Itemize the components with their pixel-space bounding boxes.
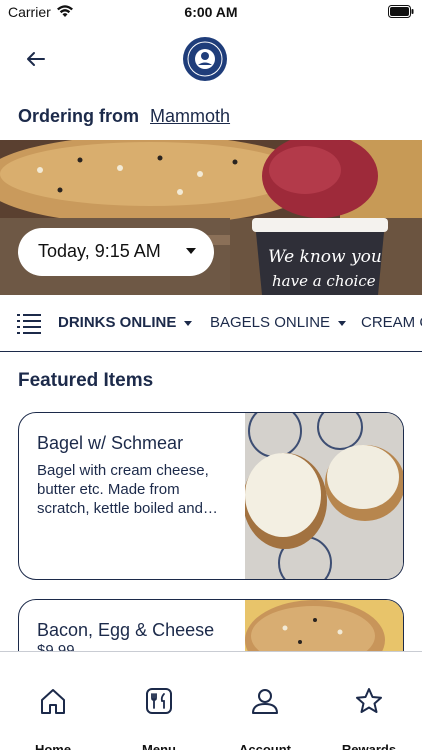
tab-rewards[interactable]: Rewards — [316, 652, 422, 750]
category-tab-label: DRINKS ONLINE — [58, 314, 177, 331]
account-icon — [252, 689, 278, 714]
location-link[interactable]: Mammoth — [150, 106, 230, 126]
list-icon[interactable] — [16, 312, 42, 334]
battery-icon — [388, 5, 414, 18]
tab-label: Menu — [142, 742, 176, 750]
tab-menu[interactable]: Menu — [106, 652, 212, 750]
status-time: 6:00 AM — [184, 4, 238, 20]
tab-label: Account — [239, 742, 291, 750]
category-tab-cream-cheese[interactable]: CREAM C — [361, 314, 422, 331]
star-icon — [356, 688, 382, 713]
item-description: Bagel with cream cheese, butter etc. Mad… — [37, 462, 218, 517]
ordering-location-row: Ordering from Mammoth — [18, 106, 230, 127]
featured-item-card[interactable]: Bagel w/ Schmear Bagel with cream cheese… — [18, 412, 404, 580]
bottom-tab-bar: Home Menu Account Rewards — [0, 651, 422, 750]
svg-text:have a choice: have a choice — [272, 272, 376, 290]
home-icon — [41, 689, 65, 714]
caret-down-icon — [184, 320, 193, 326]
tab-label: Rewards — [341, 742, 397, 750]
back-button[interactable] — [20, 46, 50, 72]
tab-home[interactable]: Home — [0, 652, 106, 750]
svg-text:We know you: We know you — [268, 247, 382, 267]
category-tab-bagels[interactable]: BAGELS ONLINE — [210, 314, 347, 331]
category-bar: DRINKS ONLINE BAGELS ONLINE CREAM C — [0, 296, 422, 352]
tab-label: Home — [34, 742, 72, 750]
ordering-label: Ordering from — [18, 106, 140, 126]
category-tab-drinks[interactable]: DRINKS ONLINE — [58, 314, 193, 331]
arrow-left-icon — [27, 52, 45, 66]
tab-account[interactable]: Account — [212, 652, 318, 750]
pickup-time-picker[interactable]: Today, 9:15 AM — [18, 228, 214, 276]
category-tab-label: CREAM C — [361, 314, 422, 331]
item-photo — [245, 413, 403, 579]
hero-banner: We know you have a choice Today, 9:15 AM — [0, 140, 422, 295]
pickup-time-value: Today, 9:15 AM — [38, 241, 161, 261]
caret-down-icon — [186, 248, 196, 254]
caret-down-icon — [338, 320, 347, 326]
status-bar: Carrier 6:00 AM — [0, 0, 422, 26]
brand-logo — [183, 37, 227, 81]
menu-icon — [146, 688, 172, 714]
item-name: Bagel w/ Schmear — [37, 433, 184, 453]
item-name: Bacon, Egg & Cheese — [37, 620, 215, 640]
category-tab-label: BAGELS ONLINE — [210, 314, 331, 331]
featured-title: Featured Items — [18, 370, 154, 391]
